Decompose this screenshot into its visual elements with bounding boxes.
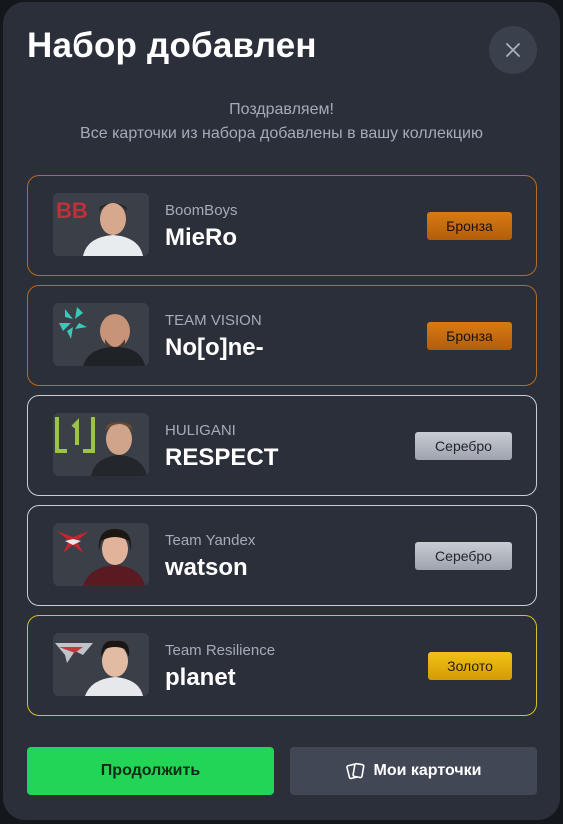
player-card: HULIGANI RESPECT Серебро <box>27 395 537 496</box>
my-cards-button[interactable]: Мои карточки <box>290 747 537 795</box>
player-avatar: BB <box>53 193 149 256</box>
player-name: RESPECT <box>165 444 279 471</box>
player-name: No[o]ne- <box>165 334 264 361</box>
svg-text:BB: BB <box>56 198 88 223</box>
player-card: Team Resilience planet Золото <box>27 615 537 716</box>
boomboys-logo: BB <box>56 198 88 223</box>
player-name: MieRo <box>165 224 237 251</box>
congrats-message: Поздравляем! Все карточки из набора доба… <box>3 98 560 146</box>
rarity-badge: Золото <box>428 652 512 680</box>
modal-title: Набор добавлен <box>27 26 317 65</box>
rarity-badge: Бронза <box>427 212 512 240</box>
collection-added-line: Все карточки из набора добавлены в вашу … <box>80 125 483 142</box>
player-name: watson <box>165 554 248 581</box>
player-name: planet <box>165 664 236 691</box>
close-button[interactable] <box>489 26 537 74</box>
rarity-badge: Серебро <box>415 542 512 570</box>
rarity-badge: Серебро <box>415 432 512 460</box>
player-avatar <box>53 413 149 476</box>
player-card: TEAM VISION No[o]ne- Бронза <box>27 285 537 386</box>
team-name: TEAM VISION <box>165 312 262 329</box>
team-name: BoomBoys <box>165 202 238 219</box>
continue-button[interactable]: Продолжить <box>27 747 274 795</box>
close-icon <box>506 43 520 57</box>
congrats-line: Поздравляем! <box>229 101 334 118</box>
player-avatar <box>53 303 149 366</box>
player-card: Team Yandex watson Серебро <box>27 505 537 606</box>
player-avatar <box>53 633 149 696</box>
team-name: HULIGANI <box>165 422 236 439</box>
pack-added-modal: Набор добавлен Поздравляем! Все карточки… <box>3 2 560 820</box>
player-card: BB BoomBoys MieRo Бронза <box>27 175 537 276</box>
cards-icon <box>345 762 365 780</box>
player-avatar <box>53 523 149 586</box>
rarity-badge: Бронза <box>427 322 512 350</box>
team-name: Team Resilience <box>165 642 276 659</box>
team-name: Team Yandex <box>165 532 256 549</box>
my-cards-label: Мои карточки <box>373 762 482 779</box>
